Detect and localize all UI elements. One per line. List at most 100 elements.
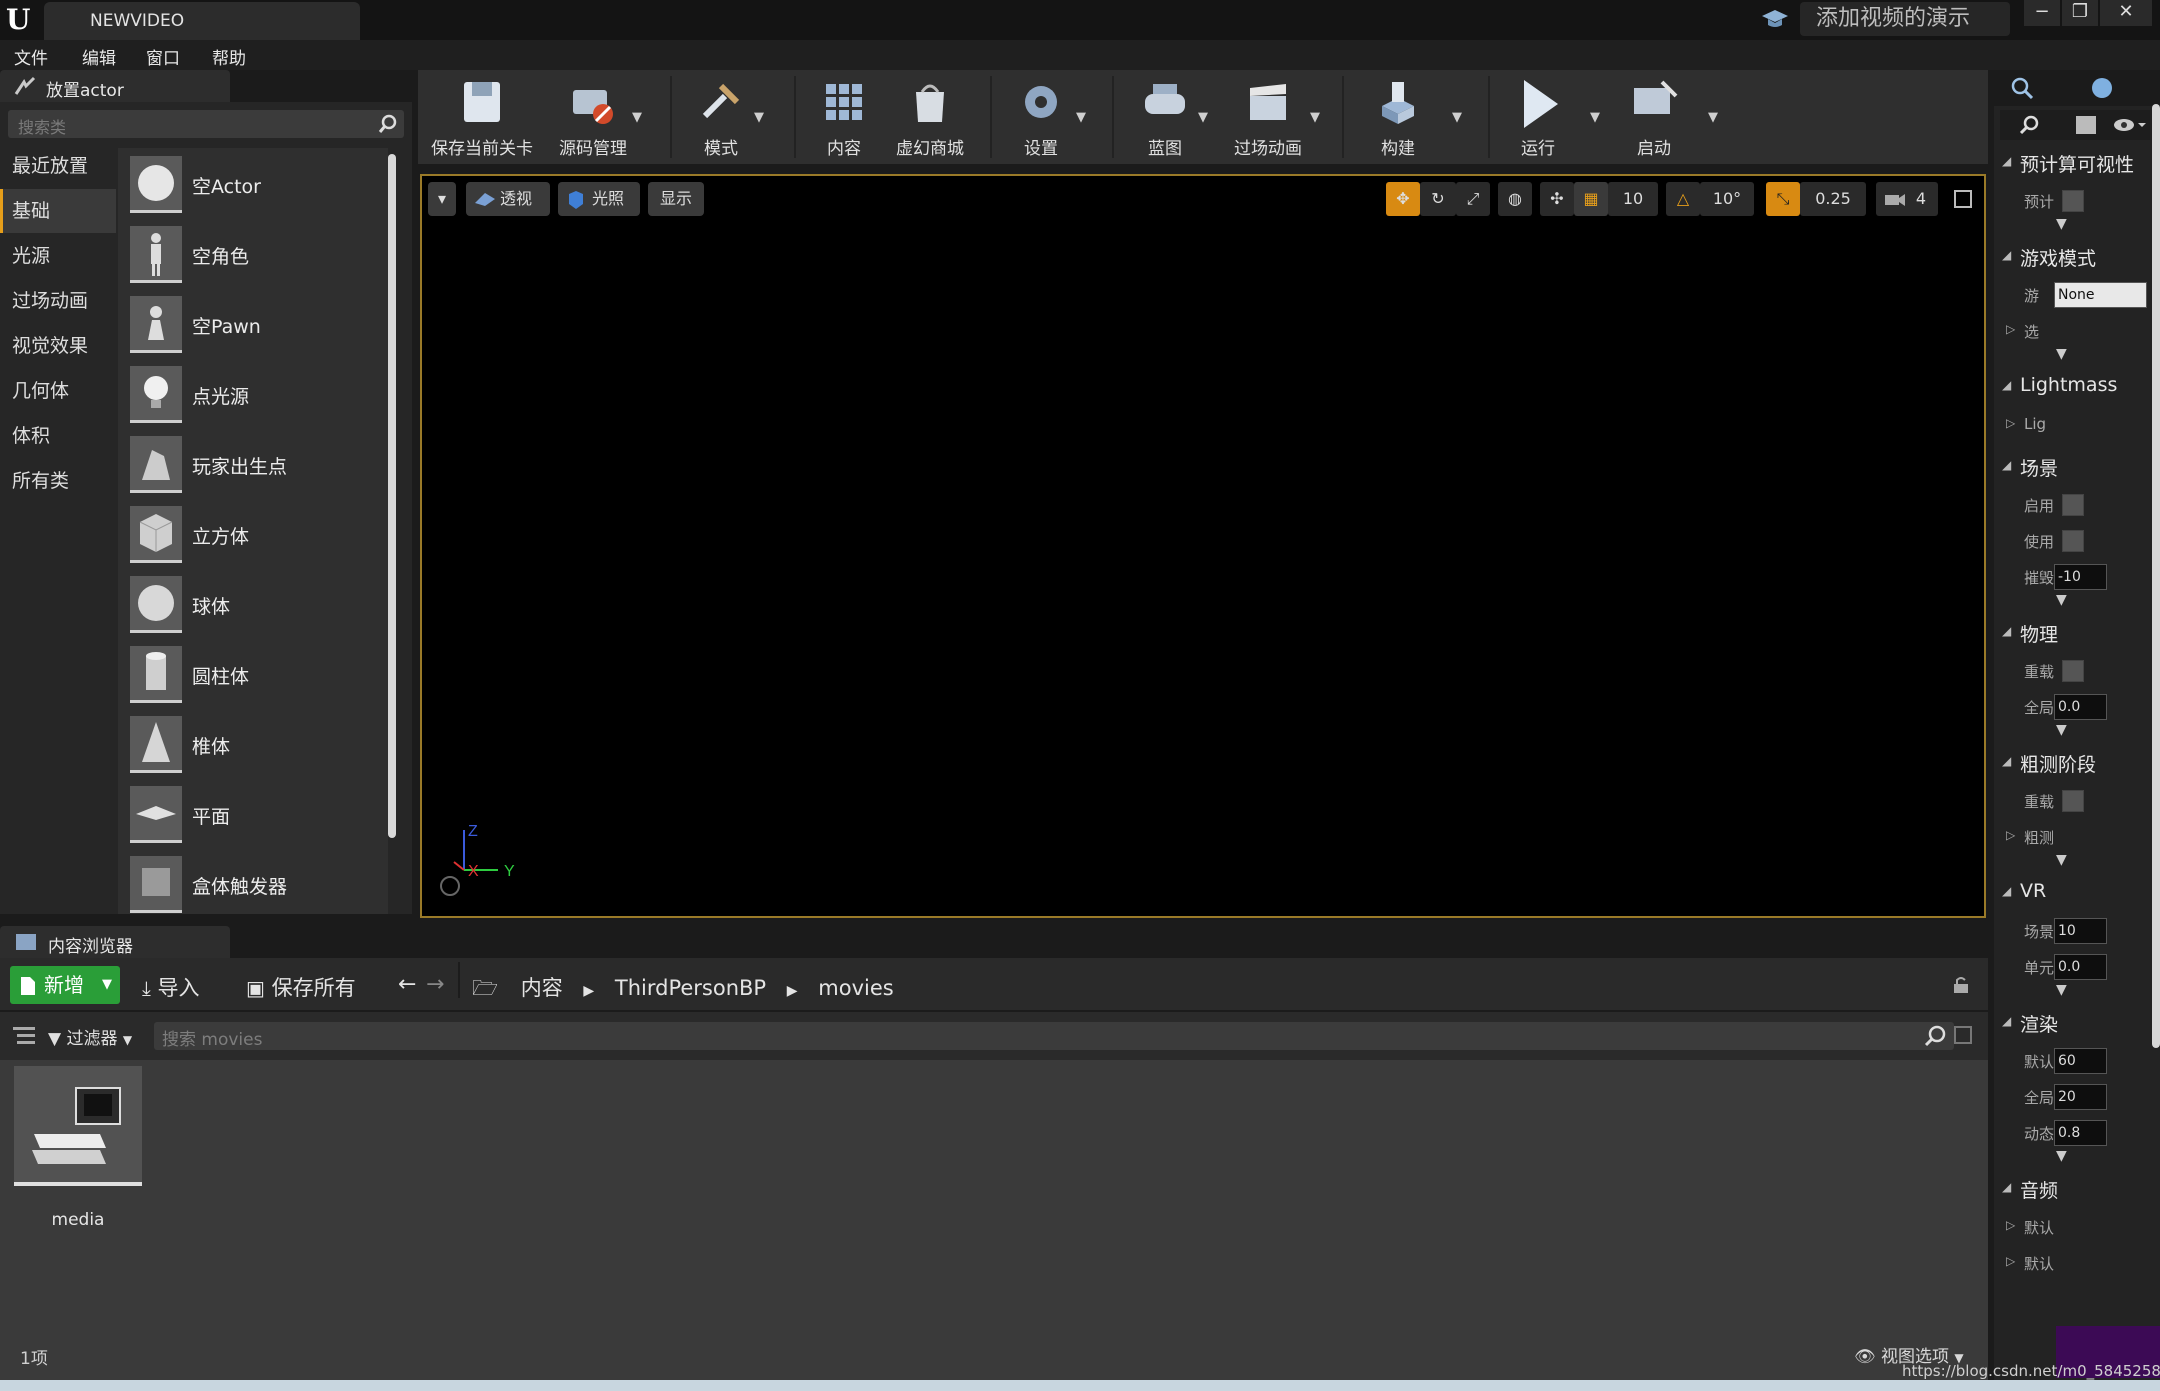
details-section-header[interactable]: ◢ 音频 xyxy=(2000,1172,2150,1206)
camera-speed-button[interactable]: 4 xyxy=(1876,182,1938,216)
cinematics-button[interactable]: 过场动画 ▼ xyxy=(1218,72,1320,162)
property-number-input[interactable]: 0.0 xyxy=(2054,694,2107,720)
sources-panel-toggle-icon[interactable] xyxy=(12,1024,36,1046)
maximize-button[interactable]: ❐ xyxy=(2062,0,2098,26)
world-globe-tab-icon[interactable] xyxy=(2090,76,2114,100)
property-number-input[interactable]: -10 xyxy=(2054,564,2107,590)
property-checkbox[interactable] xyxy=(2062,530,2084,552)
actor-item-empty-actor[interactable]: 空Actor xyxy=(126,152,384,216)
category-lights[interactable]: 光源 xyxy=(0,234,116,278)
chevron-down-icon[interactable]: ▼ xyxy=(1452,110,1462,125)
rotation-snap-value[interactable]: 10° xyxy=(1700,182,1754,216)
save-all-button[interactable]: ▣ 保存所有 xyxy=(246,972,356,1002)
actor-list-scrollbar[interactable] xyxy=(388,154,396,838)
menu-edit[interactable]: 编辑 xyxy=(82,44,116,69)
blueprints-button[interactable]: 蓝图 ▼ xyxy=(1124,72,1208,162)
breadcrumb-item-thirdpersonbp[interactable]: ThirdPersonBP xyxy=(615,976,766,1000)
unreal-logo-icon[interactable]: U xyxy=(6,4,40,36)
content-button[interactable]: 内容 xyxy=(802,72,886,162)
property-checkbox[interactable] xyxy=(2062,190,2084,212)
actor-item-box-trigger[interactable]: 盒体触发器 xyxy=(126,852,384,916)
show-advanced-chevron-icon[interactable]: ▼ xyxy=(2056,982,2067,998)
breadcrumb-arrow-icon[interactable]: ▶ xyxy=(583,983,594,999)
property-number-input[interactable]: 0.8 xyxy=(2054,1120,2107,1146)
viewport-options-button[interactable]: ▾ xyxy=(428,182,456,216)
chevron-down-icon[interactable]: ▼ xyxy=(1198,110,1208,125)
modes-button[interactable]: 模式 ▼ xyxy=(680,72,764,162)
menu-window[interactable]: 窗口 xyxy=(146,44,180,69)
breadcrumb-arrow-icon[interactable]: ▶ xyxy=(787,983,798,999)
tutorial-cap-icon[interactable] xyxy=(1760,6,1790,32)
actor-item-empty-character[interactable]: 空角色 xyxy=(126,222,384,286)
add-new-button[interactable]: 新增 ▼ xyxy=(10,966,120,1004)
show-advanced-chevron-icon[interactable]: ▼ xyxy=(2056,346,2067,362)
chevron-down-icon[interactable]: ▼ xyxy=(1708,110,1718,125)
property-number-input[interactable]: 60 xyxy=(2054,1048,2107,1074)
show-advanced-chevron-icon[interactable]: ▼ xyxy=(2056,1148,2067,1164)
asset-search-input[interactable]: 搜索 movies xyxy=(154,1022,1954,1050)
details-section-header[interactable]: ◢ VR xyxy=(2000,876,2150,910)
details-section-header[interactable]: ◢ Lightmass xyxy=(2000,370,2150,404)
save-search-icon[interactable] xyxy=(1954,1026,1972,1044)
expand-arrow-icon[interactable]: ▷ xyxy=(2006,1218,2015,1232)
property-matrix-icon[interactable] xyxy=(2074,114,2098,136)
details-search-bar[interactable] xyxy=(2000,110,2150,140)
breadcrumb-item-content[interactable]: 内容 xyxy=(521,976,563,1000)
chevron-down-icon[interactable]: ▼ xyxy=(632,110,642,125)
actor-item-sphere[interactable]: 球体 xyxy=(126,572,384,636)
history-forward-icon[interactable]: → xyxy=(426,972,444,997)
expand-arrow-icon[interactable]: ▷ xyxy=(2006,1254,2015,1268)
details-scrollbar[interactable] xyxy=(2152,104,2160,1048)
property-checkbox[interactable] xyxy=(2062,494,2084,516)
actor-item-cylinder[interactable]: 圆柱体 xyxy=(126,642,384,706)
rotate-tool-icon[interactable]: ↻ xyxy=(1420,182,1456,216)
lock-icon[interactable] xyxy=(1952,976,1970,994)
chevron-down-icon[interactable]: ▼ xyxy=(1076,110,1086,125)
property-number-input[interactable]: 10 xyxy=(2054,918,2107,944)
chevron-down-icon[interactable]: ▼ xyxy=(1590,110,1600,125)
menu-help[interactable]: 帮助 xyxy=(212,44,246,69)
scale-snap-icon[interactable]: ⤡ xyxy=(1766,182,1800,216)
save-level-button[interactable]: 保存当前关卡 xyxy=(424,72,540,162)
property-number-input[interactable]: 20 xyxy=(2054,1084,2107,1110)
category-all-classes[interactable]: 所有类 xyxy=(0,459,116,503)
expand-arrow-icon[interactable]: ▷ xyxy=(2006,322,2015,336)
property-checkbox[interactable] xyxy=(2062,790,2084,812)
rotation-snap-icon[interactable]: △ xyxy=(1666,182,1700,216)
grid-snap-value[interactable]: 10 xyxy=(1608,182,1658,216)
actor-item-cone[interactable]: 椎体 xyxy=(126,712,384,776)
expand-arrow-icon[interactable]: ▷ xyxy=(2006,416,2015,430)
chevron-down-icon[interactable]: ▼ xyxy=(1310,110,1320,125)
actor-item-plane[interactable]: 平面 xyxy=(126,782,384,846)
grid-snap-icon[interactable]: ▦ xyxy=(1574,182,1608,216)
show-advanced-chevron-icon[interactable]: ▼ xyxy=(2056,216,2067,232)
filters-button[interactable]: ▼ 过滤器 ▼ xyxy=(48,1024,132,1049)
world-settings-tab-icon[interactable] xyxy=(2010,76,2034,100)
import-button[interactable]: ⤓ 导入 xyxy=(142,972,200,1002)
show-flags-button[interactable]: 显示 xyxy=(648,182,704,216)
document-tab[interactable]: NEWVIDEO xyxy=(44,2,360,40)
category-cinematic[interactable]: 过场动画 xyxy=(0,279,116,323)
launch-button[interactable]: 启动 ▼ xyxy=(1610,72,1718,162)
category-basic[interactable]: 基础 xyxy=(0,189,116,233)
category-recent[interactable]: 最近放置 xyxy=(0,144,116,188)
minimize-button[interactable]: − xyxy=(2024,0,2060,26)
details-section-header[interactable]: ◢ 场景 xyxy=(2000,450,2150,484)
settings-button[interactable]: 设置 ▼ xyxy=(998,72,1086,162)
lighting-mode-button[interactable]: 光照 xyxy=(558,182,640,216)
scale-snap-value[interactable]: 0.25 xyxy=(1800,182,1866,216)
actor-item-point-light[interactable]: 点光源 xyxy=(126,362,384,426)
history-back-icon[interactable]: ← xyxy=(398,972,416,997)
maximize-viewport-icon[interactable] xyxy=(1954,190,1972,208)
property-number-input[interactable]: 0.0 xyxy=(2054,954,2107,980)
world-space-icon[interactable]: ◍ xyxy=(1498,182,1532,216)
actor-item-empty-pawn[interactable]: 空Pawn xyxy=(126,292,384,356)
translate-tool-icon[interactable]: ✥ xyxy=(1386,182,1420,216)
scale-tool-icon[interactable]: ⤢ xyxy=(1456,182,1490,216)
game-mode-select[interactable]: None xyxy=(2054,282,2147,308)
perspective-button[interactable]: 透视 xyxy=(466,182,550,216)
asset-tile-media[interactable] xyxy=(14,1066,142,1186)
menu-file[interactable]: 文件 xyxy=(14,44,48,69)
details-section-header[interactable]: ◢ 渲染 xyxy=(2000,1006,2150,1040)
actor-item-player-start[interactable]: 玩家出生点 xyxy=(126,432,384,496)
